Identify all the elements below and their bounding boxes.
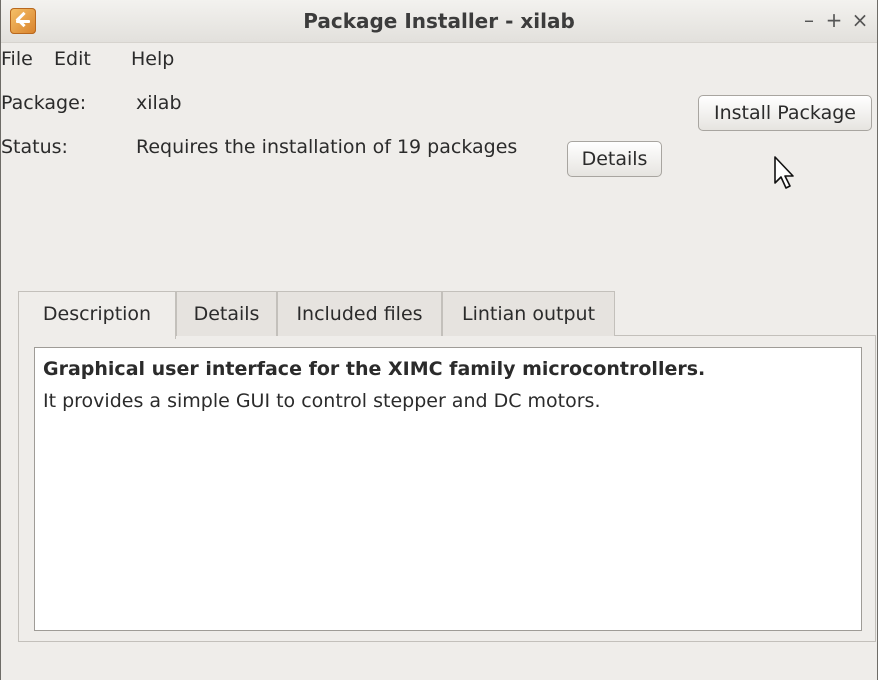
install-package-button[interactable]: Install Package xyxy=(698,95,872,131)
desktop-background xyxy=(0,680,878,684)
menu-help[interactable]: Help xyxy=(131,48,174,70)
status-text: Requires the installation of 19 packages xyxy=(136,136,518,158)
tab-included-files[interactable]: Included files xyxy=(277,291,442,336)
tab-description[interactable]: Description xyxy=(18,291,176,339)
maximize-icon[interactable]: + xyxy=(823,8,845,32)
minimize-icon[interactable]: – xyxy=(798,8,820,32)
package-label: Package: xyxy=(1,92,87,114)
menu-file[interactable]: File xyxy=(1,48,33,70)
package-installer-window: Package Installer - xilab – + × File Edi… xyxy=(0,0,878,681)
description-text-area[interactable]: Graphical user interface for the XIMC fa… xyxy=(34,347,862,631)
description-title: Graphical user interface for the XIMC fa… xyxy=(43,358,706,380)
status-label: Status: xyxy=(1,136,68,158)
package-name: xilab xyxy=(136,92,182,114)
mouse-pointer-icon xyxy=(774,156,794,189)
window-title: Package Installer - xilab xyxy=(303,9,575,33)
tab-lintian-output[interactable]: Lintian output xyxy=(442,291,615,336)
title-bar[interactable]: Package Installer - xilab – + × xyxy=(1,0,877,43)
menu-edit[interactable]: Edit xyxy=(54,48,91,70)
close-icon[interactable]: × xyxy=(849,8,871,32)
details-button[interactable]: Details xyxy=(567,141,662,177)
description-body: It provides a simple GUI to control step… xyxy=(43,390,601,412)
tab-details[interactable]: Details xyxy=(176,291,277,336)
